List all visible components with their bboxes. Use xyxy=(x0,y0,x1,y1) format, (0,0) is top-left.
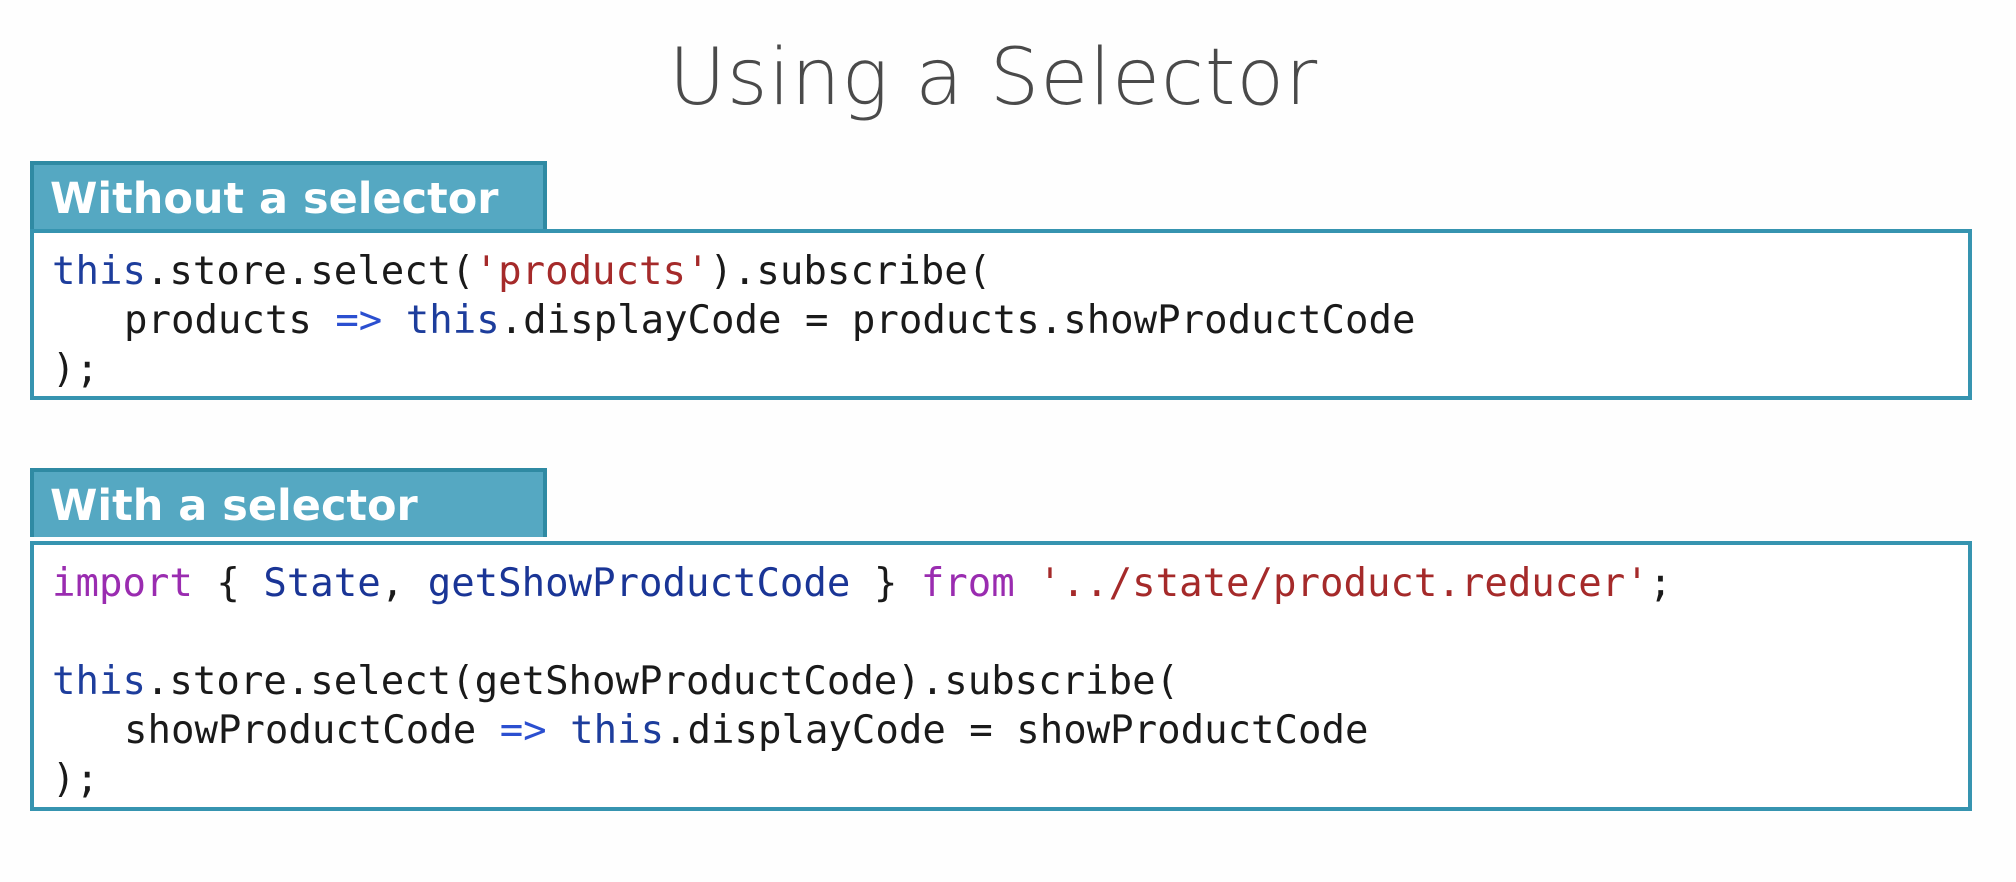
identifier: getShowProductCode xyxy=(427,561,851,606)
code-line: showProductCode => this.displayCode = sh… xyxy=(52,706,1968,755)
slide-title: Using a Selector xyxy=(668,33,1319,123)
arrow-operator: => xyxy=(335,298,383,343)
code-text: products xyxy=(124,298,336,343)
code-text: ; xyxy=(1648,561,1673,606)
keyword-this: this xyxy=(52,659,146,704)
code-text: .displayCode = showProductCode xyxy=(664,708,1369,753)
code-text: showProductCode xyxy=(124,708,500,753)
keyword-import: import xyxy=(52,561,193,606)
code-line: products => this.displayCode = products.… xyxy=(52,296,1968,345)
code-block-without-selector: this.store.select('products').subscribe(… xyxy=(30,229,1972,400)
keyword-this: this xyxy=(405,298,500,343)
code-text: .store.select(getShowProductCode).subscr… xyxy=(145,659,1180,704)
code-block-with-selector: import { State, getShowProductCode } fro… xyxy=(30,541,1972,811)
code-text: .displayCode = products.showProductCode xyxy=(499,298,1416,343)
code-text: , xyxy=(380,561,428,606)
code-text: } xyxy=(850,561,921,606)
code-text: { xyxy=(192,561,264,606)
keyword-from: from xyxy=(920,561,1015,606)
code-line: import { State, getShowProductCode } fro… xyxy=(52,559,1968,608)
code-text: .store.select( xyxy=(145,249,475,294)
tab-without-selector: Without a selector xyxy=(30,161,547,230)
keyword-this: this xyxy=(570,708,665,753)
code-text: ).subscribe( xyxy=(709,249,992,294)
string-literal: 'products' xyxy=(474,249,710,294)
keyword-this: this xyxy=(52,249,146,294)
code-line: ); xyxy=(52,757,99,802)
identifier: State xyxy=(263,561,381,606)
code-line: ); xyxy=(52,347,99,392)
code-line: this.store.select('products').subscribe( xyxy=(52,247,1968,296)
code-line: this.store.select(getShowProductCode).su… xyxy=(52,657,1968,706)
string-literal: '../state/product.reducer' xyxy=(1038,561,1649,606)
tab-with-selector: With a selector xyxy=(30,468,547,537)
arrow-operator: => xyxy=(499,708,547,753)
